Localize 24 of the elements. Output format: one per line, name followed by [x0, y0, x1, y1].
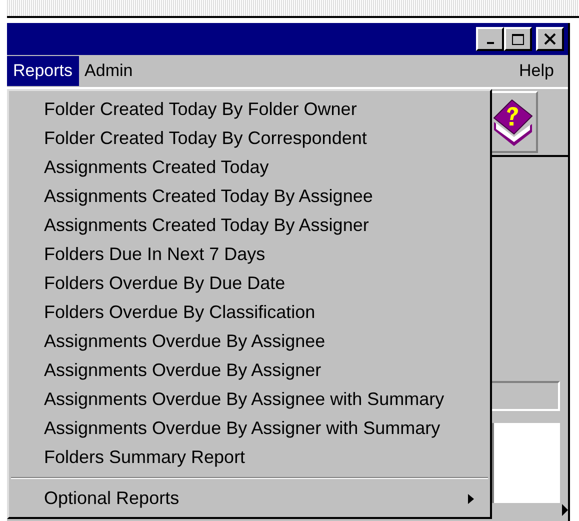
menu-item[interactable]: Assignments Created Today By Assignee [9, 182, 490, 211]
menu-item[interactable]: Assignments Overdue By Assigner [9, 356, 490, 385]
menu-item[interactable]: Admin [78, 56, 139, 86]
menu-item[interactable]: Folder Created Today By Correspondent [9, 124, 490, 153]
menu-item[interactable]: Assignments Created Today By Assigner [9, 211, 490, 240]
menu-item[interactable]: Assignments Created Today [9, 153, 490, 182]
minimize-icon [486, 42, 494, 44]
menu-item[interactable]: Folders Due In Next 7 Days [9, 240, 490, 269]
menu-item[interactable]: Assignments Overdue By Assigner with Summary [9, 414, 490, 443]
menu-item[interactable]: Reports [7, 56, 79, 86]
menu-item[interactable]: Folders Summary Report [9, 443, 490, 472]
menu-item[interactable]: Folders Overdue By Classification [9, 298, 490, 327]
minimize-button[interactable] [476, 27, 504, 51]
maximize-button[interactable] [504, 27, 532, 51]
menu-item[interactable]: Folder Created Today By Folder Owner [9, 95, 490, 124]
menu-item[interactable]: Help [513, 56, 560, 86]
menu-item[interactable]: Assignments Overdue By Assignee [9, 327, 490, 356]
submenu-item[interactable]: Optional Reports [9, 484, 490, 513]
maximize-icon [512, 34, 524, 44]
menu-item[interactable]: Assignments Overdue By Assignee with Summary [9, 385, 490, 414]
submenu-arrow-icon [468, 494, 474, 504]
menu-item[interactable]: Folders Overdue By Due Date [9, 269, 490, 298]
close-button[interactable] [536, 27, 564, 51]
close-icon [544, 33, 556, 45]
